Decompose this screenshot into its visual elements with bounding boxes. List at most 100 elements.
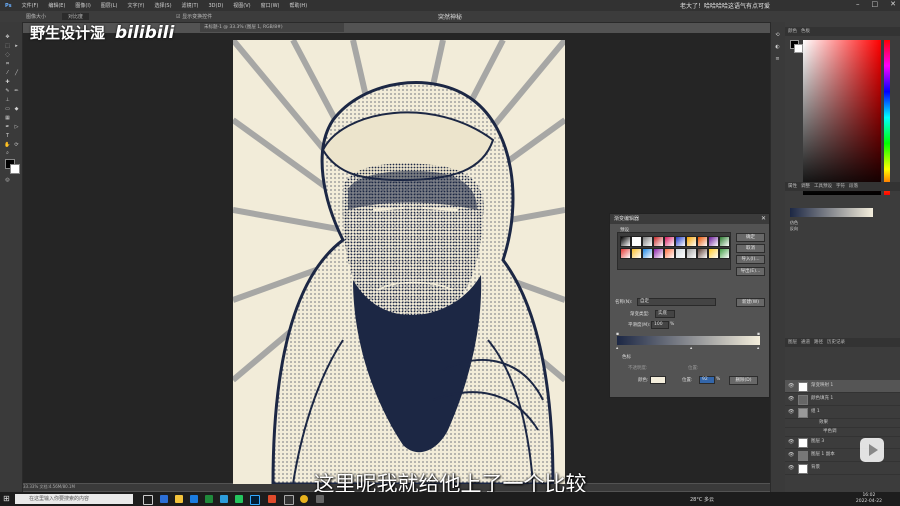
tab-paths[interactable]: 路径 [814, 338, 823, 347]
menu-edit[interactable]: 编辑(E) [43, 2, 70, 9]
menu-select[interactable]: 选择(S) [149, 2, 176, 9]
gradient-preset-swatch[interactable] [653, 248, 664, 259]
dialog-title-bar[interactable]: 渐变编辑器 ✕ [610, 214, 769, 224]
export-button[interactable]: 导出(E)... [736, 267, 765, 276]
gradient-type-select[interactable]: 实底 [655, 310, 675, 318]
gradient-preset-swatch[interactable] [620, 248, 631, 259]
hue-slider[interactable] [884, 40, 890, 195]
document-tab[interactable]: 未标题-1 @ 33.3% (图层 1, RGB/8#) [200, 23, 344, 32]
menu-image[interactable]: 图像(I) [70, 2, 95, 9]
eye-icon[interactable]: 👁 [788, 436, 794, 448]
ruler-tool-icon[interactable]: ╱ [13, 70, 20, 76]
name-field[interactable]: 自定 [637, 298, 716, 306]
hand-tool-icon[interactable]: ✋ [4, 142, 11, 148]
gradient-map-preview[interactable] [790, 208, 873, 217]
blur-tool-icon[interactable]: ◆ [13, 106, 20, 112]
tab-swatches[interactable]: 色板 [801, 27, 810, 36]
tab-layers[interactable]: 图层 [788, 338, 797, 347]
gradient-preset-swatch[interactable] [653, 236, 664, 247]
background-color-swatch[interactable] [10, 164, 20, 174]
gradient-preset-swatch[interactable] [708, 248, 719, 259]
app-icon[interactable] [268, 495, 276, 503]
gradient-preset-swatch[interactable] [719, 236, 730, 247]
gradient-preset-swatch[interactable] [664, 248, 675, 259]
gradient-preset-swatch[interactable] [686, 236, 697, 247]
app-icon[interactable] [205, 495, 213, 503]
tab-channels[interactable]: 通道 [801, 338, 810, 347]
wechat-icon[interactable] [235, 495, 243, 503]
properties-icon[interactable]: ≡ [774, 56, 781, 62]
quick-mask-icon[interactable]: ◎ [4, 177, 11, 183]
gradient-tool-icon[interactable]: ▦ [4, 115, 11, 121]
marquee-tool-icon[interactable]: ⬚ [4, 43, 11, 49]
eyedropper-tool-icon[interactable]: ⁄ [4, 70, 11, 76]
gradient-preset-swatch[interactable] [631, 236, 642, 247]
weather-widget[interactable]: 28°C 多云 [690, 496, 714, 503]
cancel-button[interactable]: 取消 [736, 244, 765, 253]
layer-row[interactable]: 👁 颜色填充 1 [785, 393, 900, 406]
color-stop-icon[interactable]: ▴ [616, 346, 618, 351]
taskbar-search-input[interactable]: 在这里输入你要搜索的内容 [15, 494, 133, 504]
option-mode-select[interactable]: 对比度 [62, 13, 90, 20]
app-icon[interactable] [284, 495, 294, 505]
gradient-preset-swatch[interactable] [708, 236, 719, 247]
rotate-view-icon[interactable]: ⟳ [13, 142, 20, 148]
store-icon[interactable] [190, 495, 198, 503]
menu-help[interactable]: 帮助(H) [284, 2, 312, 9]
selection-tool-icon[interactable]: ▸ [13, 43, 20, 49]
minimize-icon[interactable]: – [856, 0, 860, 8]
app-icon[interactable] [220, 495, 228, 503]
task-view-icon[interactable] [143, 495, 153, 505]
gradient-preset-swatch[interactable] [675, 248, 686, 259]
gradient-preset-swatch[interactable] [631, 248, 642, 259]
file-explorer-icon[interactable] [175, 495, 183, 503]
type-tool-icon[interactable]: T [4, 133, 11, 139]
healing-tool-icon[interactable]: ✚ [4, 79, 11, 85]
pen-tool-icon[interactable]: ✒ [4, 124, 11, 130]
path-tool-icon[interactable]: ▷ [13, 124, 20, 130]
menu-window[interactable]: 窗口(W) [256, 2, 285, 9]
menu-layer[interactable]: 图层(L) [96, 2, 123, 9]
tab-history[interactable]: 历史记录 [827, 338, 845, 347]
edge-icon[interactable] [160, 495, 168, 503]
photoshop-icon[interactable] [250, 495, 260, 505]
import-button[interactable]: 导入(I)... [736, 255, 765, 264]
gradient-preset-swatch[interactable] [664, 236, 675, 247]
color-picker-field[interactable] [803, 40, 881, 195]
tab-paragraph[interactable]: 段落 [849, 182, 858, 191]
eye-icon[interactable]: 👁 [788, 406, 794, 418]
pencil-tool-icon[interactable]: ✏ [13, 88, 20, 94]
stamp-tool-icon[interactable]: ⊥ [4, 97, 11, 103]
close-icon[interactable]: ✕ [890, 0, 896, 8]
opacity-stop-icon[interactable]: ▪ [757, 332, 760, 337]
close-icon[interactable]: ✕ [761, 214, 766, 224]
eraser-tool-icon[interactable]: ▭ [4, 106, 11, 112]
windows-start-icon[interactable]: ⊞ [3, 494, 10, 503]
eye-icon[interactable]: 👁 [788, 380, 794, 392]
eye-icon[interactable]: 👁 [788, 393, 794, 405]
layer-row[interactable]: 👁 渐变映射 1 [785, 380, 900, 393]
lasso-tool-icon[interactable]: ◌ [4, 52, 11, 58]
location-field[interactable]: 92 [699, 376, 715, 384]
opacity-stop-icon[interactable]: ▪ [616, 332, 619, 337]
history-icon[interactable]: ⟲ [774, 32, 781, 38]
move-tool-icon[interactable]: ✥ [4, 34, 11, 40]
maximize-icon[interactable]: □ [872, 0, 879, 8]
brush-tool-icon[interactable]: ✎ [4, 88, 11, 94]
gradient-preset-swatch[interactable] [686, 248, 697, 259]
chrome-icon[interactable] [300, 495, 308, 503]
play-icon[interactable] [860, 438, 884, 462]
delete-button[interactable]: 删除(D) [729, 376, 758, 385]
gradient-preset-swatch[interactable] [697, 236, 708, 247]
ps-logo[interactable]: Ps [0, 3, 17, 9]
tab-adjustments[interactable]: 调整 [801, 182, 810, 191]
app-icon[interactable] [316, 495, 324, 503]
tab-color[interactable]: 颜色 [788, 27, 797, 36]
zoom-tool-icon[interactable]: ⌕ [4, 150, 11, 156]
tab-character[interactable]: 字符 [836, 182, 845, 191]
canvas-artwork[interactable] [233, 40, 565, 484]
menu-view[interactable]: 视图(V) [228, 2, 255, 9]
smoothness-field[interactable]: 100 [651, 321, 669, 329]
reverse-option[interactable]: 反向 [790, 226, 798, 232]
crop-tool-icon[interactable]: ⌗ [4, 61, 11, 67]
